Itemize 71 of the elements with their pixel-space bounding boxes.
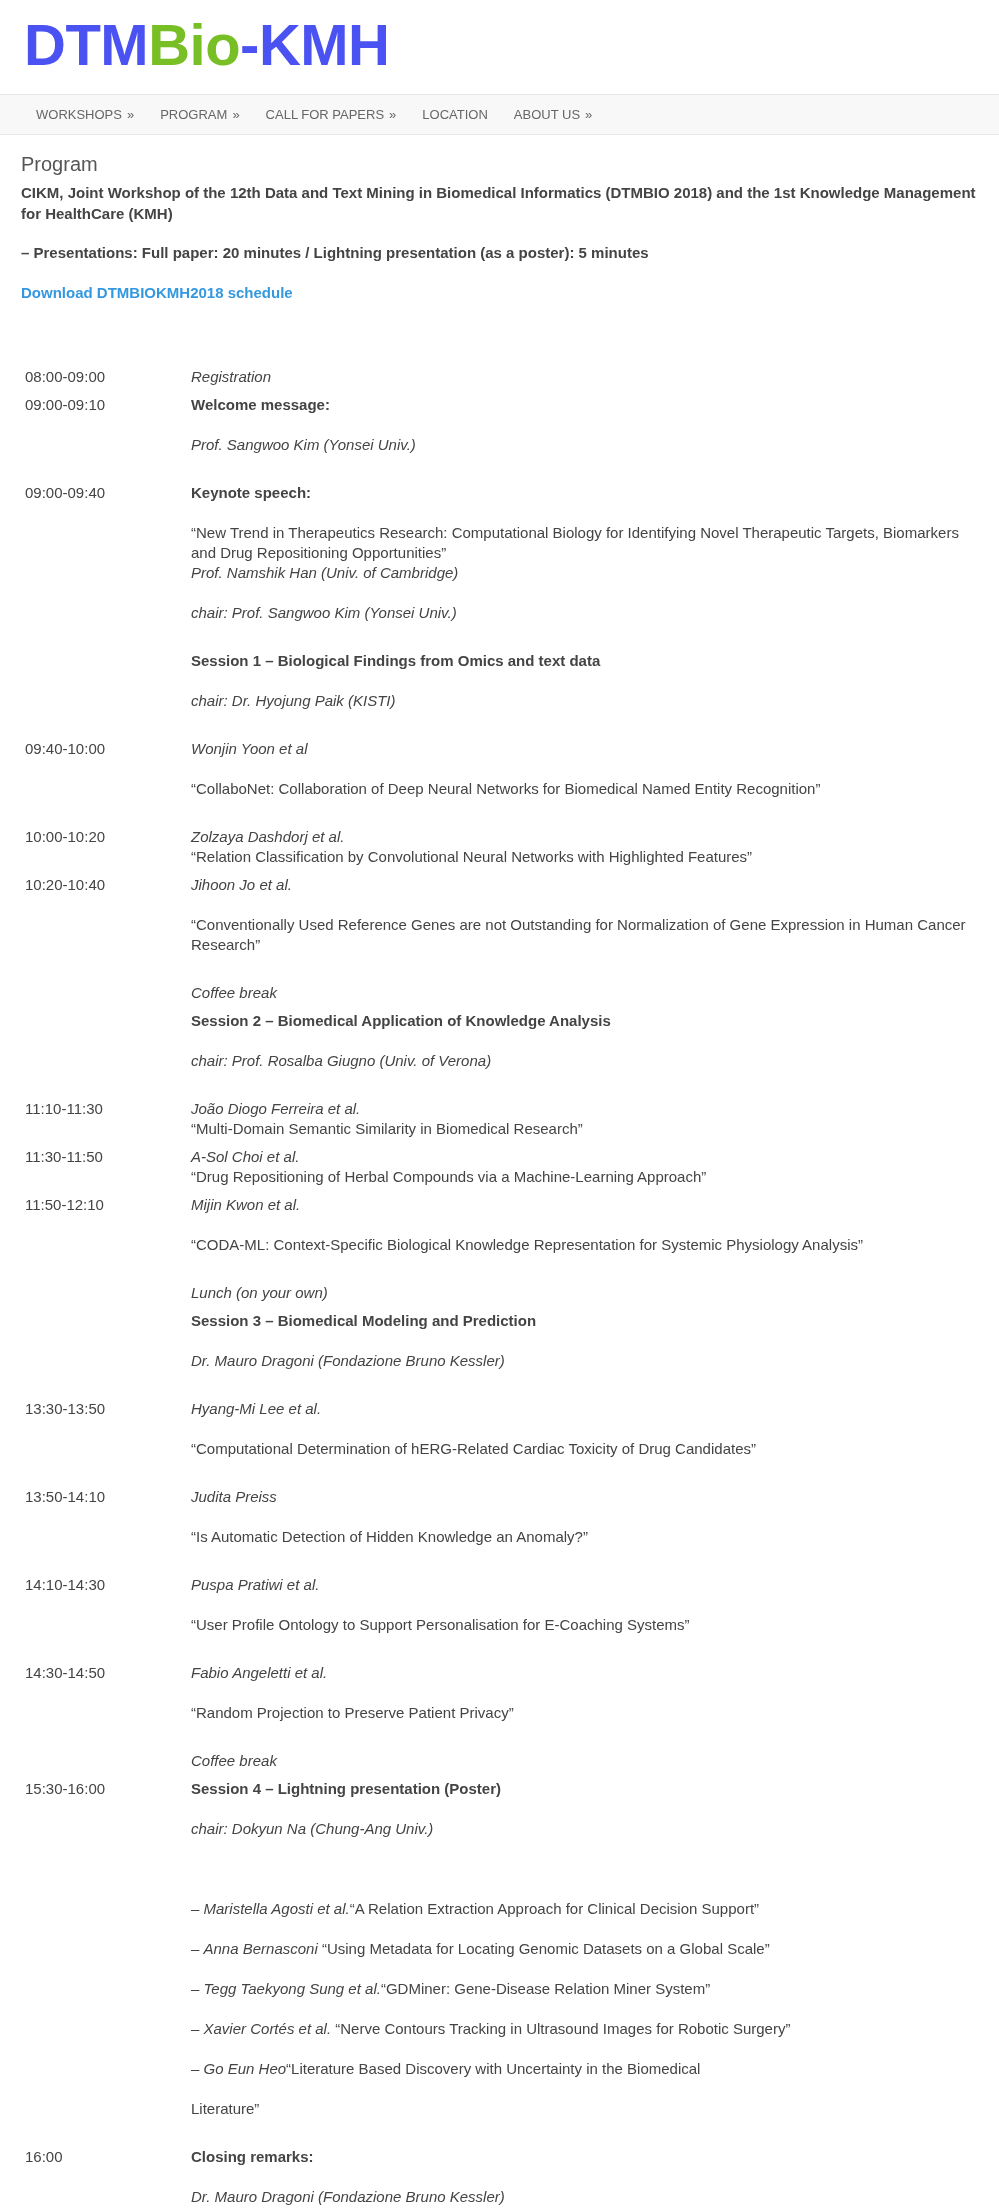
speaker-name: Prof. Sangwoo Kim (Yonsei Univ.) bbox=[191, 435, 416, 455]
poster-entry: – Maristella Agosti et al.“A Relation Extraction Approach for Clinical Decision Support” bbox=[191, 1899, 760, 1919]
speaker-name: Fabio Angeletti et al. bbox=[191, 1663, 328, 1683]
time-slot: 09:00-09:40 bbox=[25, 484, 106, 501]
session-heading: Session 3 – Biomedical Modeling and Prediction bbox=[191, 1311, 537, 1331]
paper-title: “Drug Repositioning of Herbal Compounds via a Machine-Learning Approach” bbox=[191, 1167, 707, 1187]
speaker-name: Mijin Kwon et al. bbox=[191, 1195, 301, 1215]
time-slot: 11:30-11:50 bbox=[25, 1148, 103, 1165]
speaker-name: Prof. Namshik Han (Univ. of Cambridge) bbox=[191, 563, 459, 583]
time-slot: 09:40-10:00 bbox=[25, 740, 106, 757]
speaker-name: Wonjin Yoon et al bbox=[191, 739, 308, 759]
speaker-name: A-Sol Choi et al. bbox=[191, 1147, 300, 1167]
paper-title: “CODA-ML: Context-Specific Biological Knowledge Representation for Systemic Physiology Analysis” bbox=[191, 1235, 863, 1255]
page-title: Program bbox=[21, 152, 98, 177]
paper-title: “Computational Determination of hERG-Related Cardiac Toxicity of Drug Candidates” bbox=[191, 1439, 756, 1459]
session-heading: Keynote speech: bbox=[191, 483, 312, 503]
schedule-note: Coffee break bbox=[191, 983, 277, 1003]
session-chair: chair: Prof. Sangwoo Kim (Yonsei Univ.) bbox=[191, 603, 457, 623]
speaker-name: Dr. Mauro Dragoni (Fondazione Bruno Kessler) bbox=[191, 2187, 505, 2207]
session-heading: Session 2 – Biomedical Application of Knowledge Analysis bbox=[191, 1011, 611, 1031]
time-slot: 10:20-10:40 bbox=[25, 876, 106, 893]
paper-title: “Random Projection to Preserve Patient Privacy” bbox=[191, 1703, 514, 1723]
time-slot: 14:10-14:30 bbox=[25, 1576, 106, 1593]
time-slot: 13:50-14:10 bbox=[25, 1488, 106, 1505]
time-slot: 11:10-11:30 bbox=[25, 1100, 103, 1117]
speaker-name: Judita Preiss bbox=[191, 1487, 277, 1507]
nav-link[interactable]: ABOUT US » bbox=[513, 105, 593, 124]
speaker-name: Hyang-Mi Lee et al. bbox=[191, 1399, 322, 1419]
session-chair: chair: Dr. Hyojung Paik (KISTI) bbox=[191, 691, 396, 711]
time-slot: 10:00-10:20 bbox=[25, 828, 106, 845]
paper-title: “CollaboNet: Collaboration of Deep Neural Networks for Biomedical Named Entity Recognition” bbox=[191, 779, 821, 799]
session-heading: Welcome message: bbox=[191, 395, 330, 415]
time-slot: 13:30-13:50 bbox=[25, 1400, 106, 1417]
session-chair: chair: Dokyun Na (Chung-Ang Univ.) bbox=[191, 1819, 434, 1839]
session-heading: Session 4 – Lightning presentation (Poster) bbox=[191, 1779, 502, 1799]
nav-link[interactable]: WORKSHOPS » bbox=[36, 105, 135, 124]
download-link[interactable]: Download DTMBIOKMH2018 schedule bbox=[21, 282, 293, 303]
session-heading: Closing remarks: bbox=[191, 2147, 314, 2167]
time-slot: 16:00 bbox=[25, 2148, 63, 2165]
paper-title: “New Trend in Therapeutics Research: Computational Biology for Identifying Novel Therapeutic Targets, Biomarkers and Drug Repositioning Opportunities” bbox=[191, 523, 960, 563]
time-slot: 14:30-14:50 bbox=[25, 1664, 106, 1681]
time-slot: 08:00-09:00 bbox=[25, 368, 106, 385]
time-slot: 09:00-09:10 bbox=[25, 396, 106, 413]
paper-title: “Relation Classification by Convolutional Neural Networks with Highlighted Features” bbox=[191, 847, 753, 867]
site-logo[interactable]: DTMBio-KMH bbox=[24, 16, 390, 74]
speaker-name: Puspa Pratiwi et al. bbox=[191, 1575, 320, 1595]
schedule-note: Lunch (on your own) bbox=[191, 1283, 328, 1303]
poster-entry: – Tegg Taekyong Sung et al.“GDMiner: Gene-Disease Relation Miner System” bbox=[191, 1979, 711, 1999]
time-slot: 11:50-12:10 bbox=[25, 1196, 104, 1213]
nav-link[interactable]: PROGRAM » bbox=[160, 105, 240, 124]
paper-title: “User Profile Ontology to Support Personalisation for E-Coaching Systems” bbox=[191, 1615, 690, 1635]
presentation-note: – Presentations: Full paper: 20 minutes / Lightning presentation (as a poster): 5 minutes bbox=[21, 243, 649, 263]
time-slot: 15:30-16:00 bbox=[25, 1780, 106, 1797]
paper-title: “Multi-Domain Semantic Similarity in Biomedical Research” bbox=[191, 1119, 583, 1139]
poster-entry: – Xavier Cortés et al. “Nerve Contours Tracking in Ultrasound Images for Robotic Surgery” bbox=[191, 2019, 791, 2039]
speaker-name: Zolzaya Dashdorj et al. bbox=[191, 827, 345, 847]
poster-entry: – Anna Bernasconi “Using Metadata for Locating Genomic Datasets on a Global Scale” bbox=[191, 1939, 770, 1959]
poster-entry: – Go Eun Heo“Literature Based Discovery with Uncertainty in the Biomedical bbox=[191, 2059, 701, 2079]
schedule-note: Coffee break bbox=[191, 1751, 277, 1771]
nav-link[interactable]: LOCATION bbox=[422, 105, 488, 124]
speaker-name: João Diogo Ferreira et al. bbox=[191, 1099, 361, 1119]
paper-title: “Conventionally Used Reference Genes are not Outstanding for Normalization of Gene Expression in Human Cancer Research” bbox=[191, 915, 967, 955]
nav-link[interactable]: CALL FOR PAPERS » bbox=[265, 105, 397, 124]
speaker-name: Jihoon Jo et al. bbox=[191, 875, 292, 895]
session-heading: Session 1 – Biological Findings from Omics and text data bbox=[191, 651, 601, 671]
poster-entry: Literature” bbox=[191, 2099, 260, 2119]
intro-text: CIKM, Joint Workshop of the 12th Data and Text Mining in Biomedical Informatics (DTMBIO 2018) and the 1st Knowledge Management for HealthCare (KMH) bbox=[21, 183, 977, 224]
paper-title: “Is Automatic Detection of Hidden Knowledge an Anomaly?” bbox=[191, 1527, 588, 1547]
session-chair: chair: Prof. Rosalba Giugno (Univ. of Verona) bbox=[191, 1051, 492, 1071]
session-chair: Dr. Mauro Dragoni (Fondazione Bruno Kessler) bbox=[191, 1351, 505, 1371]
schedule-note: Registration bbox=[191, 367, 272, 387]
